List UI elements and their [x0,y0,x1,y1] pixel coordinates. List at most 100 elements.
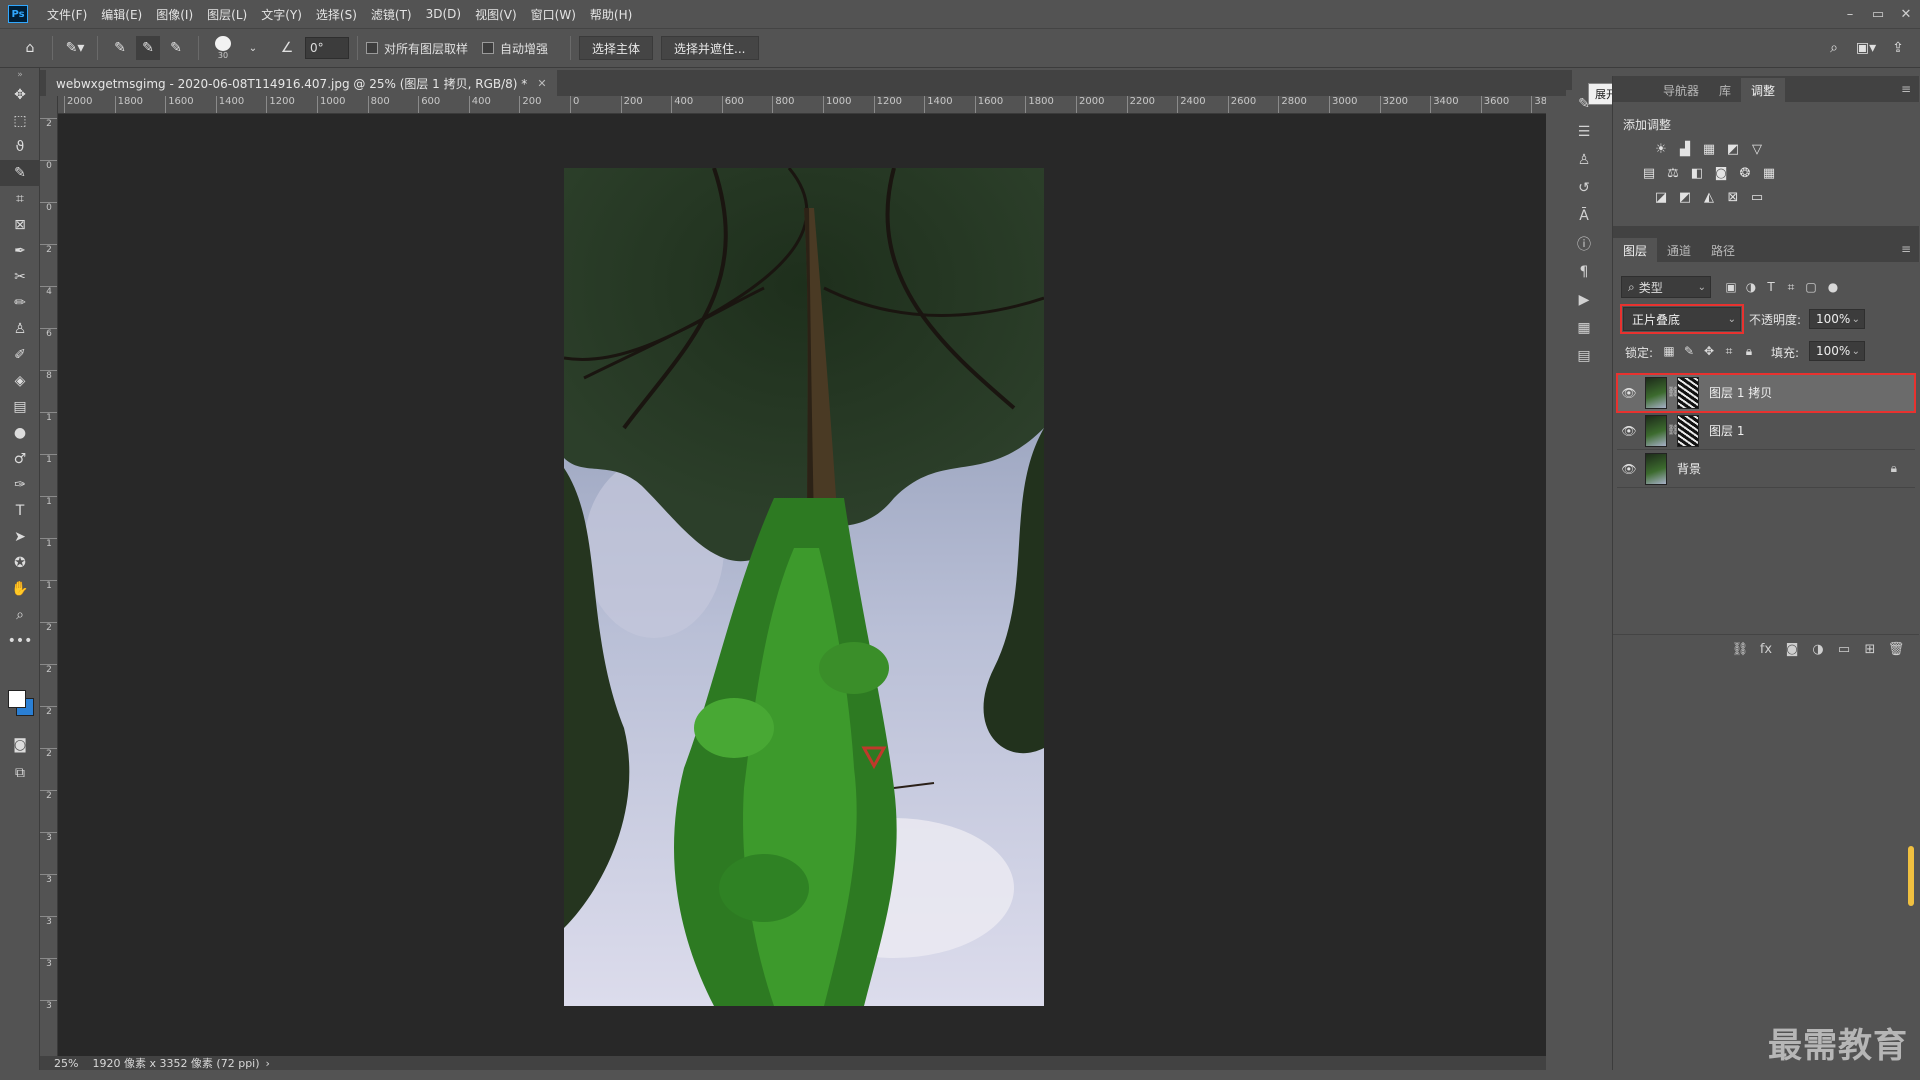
lock-artboard-icon[interactable]: ⌗ [1721,343,1737,359]
lock-all-icon[interactable]: 🔒︎ [1741,343,1757,359]
zoom-tool-icon[interactable]: ⌕ [0,602,40,628]
menu-file[interactable]: 文件(F) [40,6,94,23]
link-icon[interactable]: ⛓︎ [1667,425,1680,436]
filter-pixel-icon[interactable]: ▣ [1723,279,1739,295]
document-info[interactable]: 1920 像素 x 3352 像素 (72 ppi) [92,1055,259,1071]
blur-tool-icon[interactable]: ● [0,420,40,446]
brightness-contrast-icon[interactable]: ☀ [1649,138,1673,160]
sample-all-layers-checkbox[interactable] [366,42,378,54]
tab-channels[interactable]: 通道 [1657,238,1701,262]
select-subject-button[interactable]: 选择主体 [579,36,654,60]
color-swatches[interactable] [8,690,38,720]
minimize-button[interactable]: – [1836,0,1864,28]
layer-row[interactable]: 👁︎ ⛓︎ 图层 1 [1617,412,1915,450]
delete-layer-icon[interactable]: 🗑︎ [1883,642,1909,657]
menu-type[interactable]: 文字(Y) [254,6,309,23]
layer-comps-icon[interactable]: ▦ [1566,314,1602,342]
exposure-icon[interactable]: ◩ [1721,138,1745,160]
paragraph-icon[interactable]: ¶ [1566,258,1602,286]
marquee-tool-icon[interactable]: ⬚ [0,108,40,134]
menu-image[interactable]: 图像(I) [149,6,200,23]
pen-tool-icon[interactable]: ✑ [0,472,40,498]
selective-color-icon[interactable]: ⊠ [1721,186,1745,208]
filter-type-icon[interactable]: T [1763,279,1779,295]
tab-libraries[interactable]: 库 [1709,78,1741,102]
blend-mode-select[interactable]: 正片叠底 ⌄ [1620,304,1744,334]
move-tool-icon[interactable]: ✥ [0,82,40,108]
crop-tool-icon[interactable]: ⌗ [0,186,40,212]
eyedropper-tool-icon[interactable]: ✒ [0,238,40,264]
home-icon[interactable]: ⌂ [18,36,42,60]
new-layer-icon[interactable]: ⊞ [1857,642,1883,657]
eye-icon[interactable]: 👁︎ [1617,386,1641,400]
brush-tool-icon[interactable]: ✏ [0,290,40,316]
gradient-map-icon[interactable]: ▭ [1745,186,1769,208]
sample-all-layers-option[interactable]: 对所有图层取样 [366,40,468,57]
healing-tool-icon[interactable]: ✂ [0,264,40,290]
eraser-tool-icon[interactable]: ◈ [0,368,40,394]
layer-thumbnail[interactable] [1645,414,1667,447]
workspace-icon[interactable]: ▣▾ [1854,36,1878,60]
close-tab-icon[interactable]: ✕ [537,77,546,90]
color-lookup-icon[interactable]: ▦ [1757,162,1781,184]
screen-mode-icon[interactable]: ⧉ [0,760,40,786]
invert-icon[interactable]: ◪ [1649,186,1673,208]
gradient-tool-icon[interactable]: ▤ [0,394,40,420]
search-icon[interactable]: ⌕ [1822,36,1846,60]
horizontal-ruler[interactable]: 2000 1800 1600 1400 1200 1000 800 600 400 200 0 200… [58,96,1546,114]
filter-adjustment-icon[interactable]: ◑ [1743,279,1759,295]
menu-filter[interactable]: 滤镜(T) [364,6,419,23]
menu-select[interactable]: 选择(S) [309,6,364,23]
menu-edit[interactable]: 编辑(E) [94,6,149,23]
photo-filter-icon[interactable]: ◙ [1709,162,1733,184]
levels-icon[interactable]: ▟ [1673,138,1697,160]
layers-panel-menu-icon[interactable]: ≡ [1901,242,1911,256]
info-icon[interactable]: ⓘ [1566,230,1602,258]
history-icon[interactable]: ↺ [1566,174,1602,202]
threshold-icon[interactable]: ◭ [1697,186,1721,208]
zoom-level[interactable]: 25% [54,1057,78,1070]
frame-tool-icon[interactable]: ⊠ [0,212,40,238]
fill-input[interactable]: 100% ⌄ [1809,341,1865,361]
quick-mask-icon[interactable]: ◙ [0,732,40,758]
layer-name[interactable]: 图层 1 [1709,422,1744,439]
tab-adjustments[interactable]: 调整 [1741,78,1786,102]
layer-filter-select[interactable]: ⌕ 类型 ⌄ [1621,276,1711,298]
layer-name[interactable]: 图层 1 拷贝 [1709,384,1772,401]
clone-source-icon[interactable]: ♙ [1566,146,1602,174]
menu-3d[interactable]: 3D(D) [419,7,468,21]
curves-icon[interactable]: ▦ [1697,138,1721,160]
status-menu-icon[interactable]: › [266,1057,270,1070]
hue-saturation-icon[interactable]: ▤ [1637,162,1661,184]
add-mask-icon[interactable]: ◙ [1779,642,1805,657]
character-icon[interactable]: Ā [1566,202,1602,230]
menu-help[interactable]: 帮助(H) [583,6,639,23]
link-layers-icon[interactable]: ⛓︎ [1727,642,1753,657]
dodge-tool-icon[interactable]: ♂ [0,446,40,472]
vibrance-icon[interactable]: ▽ [1745,138,1769,160]
maximize-button[interactable]: ▭ [1864,0,1892,28]
auto-enhance-option[interactable]: 自动增强 [482,40,548,57]
layer-row[interactable]: 👁︎ 背景 🔒︎ [1617,450,1915,488]
layer-mask-thumbnail[interactable] [1677,376,1699,409]
brush-size-picker[interactable]: 30 [209,36,237,60]
angle-input[interactable]: 0° [305,37,349,59]
adjustment-layer-icon[interactable]: ◑ [1805,642,1831,657]
posterize-icon[interactable]: ◩ [1673,186,1697,208]
tab-layers[interactable]: 图层 [1613,238,1658,262]
custom-shape-tool-icon[interactable]: ✪ [0,550,40,576]
type-tool-icon[interactable]: T [0,498,40,524]
menu-layer[interactable]: 图层(L) [200,6,254,23]
menu-window[interactable]: 窗口(W) [524,6,583,23]
opacity-input[interactable]: 100% ⌄ [1809,309,1865,329]
filter-smart-object-icon[interactable]: ▢ [1803,279,1819,295]
eye-icon[interactable]: 👁︎ [1617,424,1641,438]
layer-row[interactable]: 👁︎ ⛓︎ 图层 1 拷贝 [1616,373,1916,413]
panel-scroll-handle[interactable] [1908,846,1914,906]
layer-name[interactable]: 背景 [1677,460,1701,477]
filter-toggle-icon[interactable]: ● [1825,279,1841,295]
close-button[interactable]: ✕ [1892,0,1920,28]
share-icon[interactable]: ⇪ [1886,36,1910,60]
add-selection-brush-icon[interactable]: ✎ [136,36,160,60]
layer-thumbnail[interactable] [1645,452,1667,485]
